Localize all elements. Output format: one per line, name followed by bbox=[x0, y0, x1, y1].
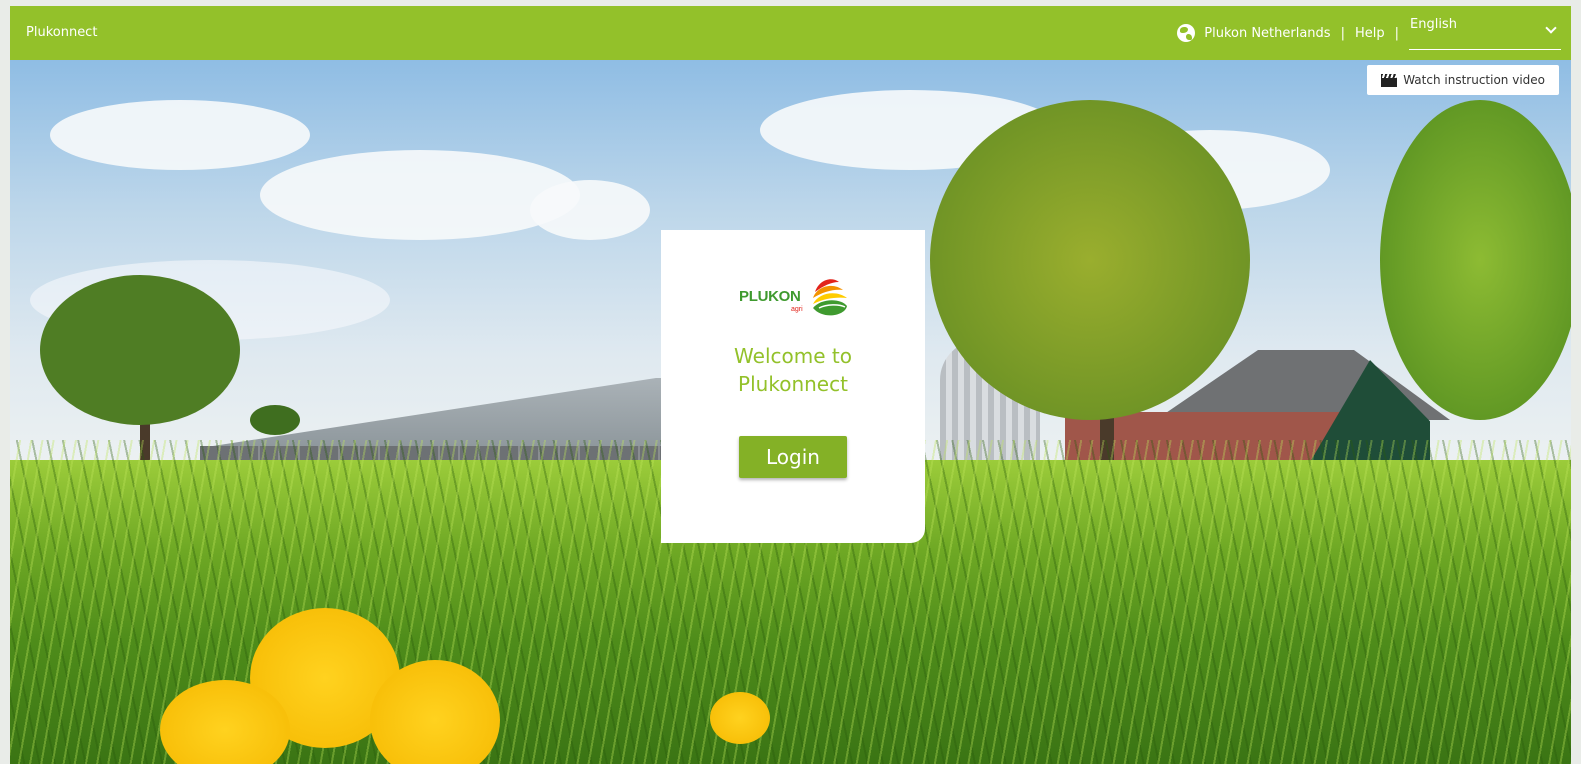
language-select[interactable]: English bbox=[1409, 14, 1561, 50]
login-card: PLUKON agri Welcome to Plukonnect Login bbox=[661, 230, 925, 543]
plukon-logo: PLUKON agri bbox=[739, 276, 849, 320]
logo-text: PLUKON bbox=[739, 288, 801, 305]
chevron-down-icon bbox=[1545, 22, 1557, 34]
help-link[interactable]: Help bbox=[1355, 26, 1385, 41]
cloud bbox=[260, 150, 580, 240]
clapperboard-icon bbox=[1381, 73, 1398, 87]
login-button[interactable]: Login bbox=[739, 436, 847, 478]
cloud bbox=[50, 100, 310, 170]
logo-leaves-icon bbox=[813, 279, 847, 316]
top-bar: Plukonnect Plukon Netherlands | Help | E… bbox=[10, 6, 1571, 60]
language-value: English bbox=[1410, 17, 1457, 32]
cloud bbox=[530, 180, 650, 240]
top-nav: Plukon Netherlands | Help | English bbox=[1177, 6, 1561, 60]
globe-icon bbox=[1177, 24, 1196, 42]
nav-separator: | bbox=[1340, 25, 1345, 41]
tree-left bbox=[40, 275, 240, 425]
welcome-line-2: Plukonnect bbox=[738, 372, 848, 396]
flower bbox=[710, 692, 770, 744]
watch-video-label: Watch instruction video bbox=[1403, 73, 1545, 87]
region-link[interactable]: Plukon Netherlands bbox=[1204, 26, 1330, 41]
nav-separator: | bbox=[1394, 25, 1399, 41]
welcome-heading: Welcome to Plukonnect bbox=[661, 342, 925, 398]
tree-right bbox=[1380, 100, 1571, 420]
welcome-line-1: Welcome to bbox=[734, 344, 852, 368]
bush bbox=[250, 405, 300, 435]
app-window: Plukonnect Plukon Netherlands | Help | E… bbox=[10, 6, 1571, 764]
brand-name: Plukonnect bbox=[26, 25, 98, 40]
tree-center bbox=[930, 100, 1250, 420]
watch-video-button[interactable]: Watch instruction video bbox=[1367, 65, 1559, 95]
logo-subtext: agri bbox=[791, 306, 803, 313]
